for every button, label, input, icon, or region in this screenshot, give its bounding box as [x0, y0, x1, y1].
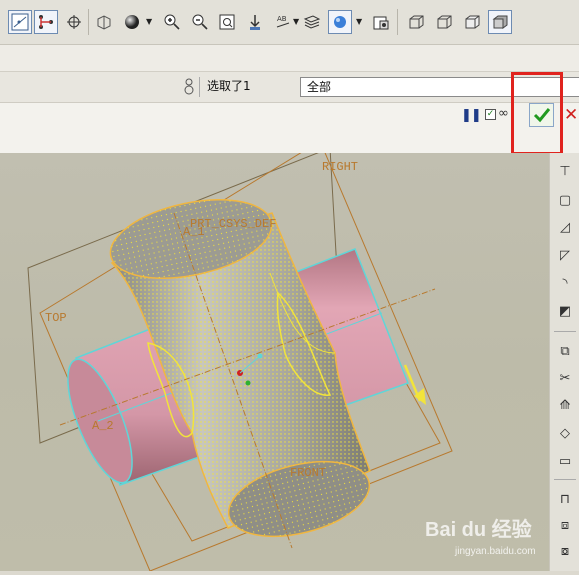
preview-glasses-icon[interactable]: ∞ — [498, 106, 509, 121]
datum-label-a1: A_1 — [183, 225, 205, 239]
chamfer-tool-icon[interactable]: ◩ — [554, 301, 576, 321]
selection-status-icon — [184, 78, 194, 96]
datum-display-icon[interactable] — [8, 10, 32, 34]
toolbar-separator — [397, 9, 398, 35]
datum-label-a2: A_2 — [92, 419, 114, 433]
datum-label-front: FRONT — [290, 466, 326, 480]
model-canvas: RIGHT TOP FRONT PRT_CSYS_DEF A_1 A_2 Bai… — [27, 140, 536, 572]
rib-tool-icon[interactable]: ◿ — [554, 217, 576, 237]
layers-icon[interactable] — [300, 10, 324, 34]
reorient-icon[interactable] — [243, 10, 267, 34]
accept-button[interactable] — [529, 103, 554, 127]
secondary-toolbar-area — [0, 45, 579, 72]
selection-separator — [199, 77, 200, 97]
datum-label-top: TOP — [45, 311, 67, 325]
shaded-icon[interactable] — [488, 10, 512, 34]
view-manager-icon[interactable]: AB — [271, 10, 295, 34]
selection-filter-value: 全部 — [307, 80, 332, 94]
refit-icon[interactable] — [215, 10, 239, 34]
svg-text:AB: AB — [277, 15, 287, 23]
merge-tool-icon[interactable]: ◇ — [554, 423, 576, 443]
selection-count-label: 选取了1 — [207, 79, 251, 93]
right-feature-toolbar: ⊤ ▢ ◿ ◸ ◝ ◩ ⧉ ✂ ⟰ ◇ ▭ ⊓ ⧈ ⧇ — [549, 153, 579, 571]
watermark: Bai du 经验 jingyan.baidu.com — [425, 517, 536, 557]
trim-tool-icon[interactable]: ✂ — [554, 368, 576, 388]
solidify-tool-icon[interactable]: ⊓ — [554, 489, 576, 509]
chevron-down-icon[interactable]: ▼ — [293, 17, 299, 26]
watermark-url: jingyan.baidu.com — [454, 546, 536, 557]
datum-label-right: RIGHT — [322, 160, 358, 174]
zoom-in-icon[interactable] — [160, 10, 184, 34]
shading-icon[interactable] — [120, 10, 144, 34]
hole-tool-icon[interactable]: ⊤ — [554, 161, 576, 181]
hidden-line-icon[interactable] — [404, 10, 428, 34]
graphics-viewport[interactable]: RIGHT TOP FRONT PRT_CSYS_DEF A_1 A_2 Bai… — [0, 140, 549, 572]
cancel-icon[interactable]: ✕ — [564, 105, 578, 125]
feature-dashboard: ❚❚ ✓ ∞ ✕ — [0, 72, 579, 155]
watermark-brand: Bai du 经验 — [425, 517, 532, 541]
toolbar-separator — [554, 479, 576, 480]
datum-axis-icon[interactable] — [34, 10, 58, 34]
toolbar-separator — [88, 9, 89, 35]
copy-tool-icon[interactable]: ⧇ — [554, 541, 576, 561]
wireframe-icon[interactable] — [92, 10, 116, 34]
preview-checkbox[interactable]: ✓ — [485, 109, 496, 120]
pause-icon[interactable]: ❚❚ — [461, 108, 482, 123]
shaded-edges-icon[interactable] — [460, 10, 484, 34]
selection-bar: 选取了1 全部 — [0, 72, 579, 103]
toolbar-separator — [554, 331, 576, 332]
offset-tool-icon[interactable]: ⧉ — [554, 341, 576, 361]
extend-tool-icon[interactable]: ⟰ — [554, 395, 576, 415]
chevron-down-icon[interactable]: ▼ — [146, 17, 152, 26]
main-toolbar: ▼ AB ▼ ▼ — [0, 0, 579, 45]
chevron-down-icon[interactable]: ▼ — [356, 17, 362, 26]
draft-tool-icon[interactable]: ◸ — [554, 245, 576, 265]
screenshot-icon[interactable] — [369, 10, 393, 34]
appearance-icon[interactable] — [328, 10, 352, 34]
shell-tool-icon[interactable]: ▢ — [554, 190, 576, 210]
spin-center-icon[interactable] — [62, 10, 86, 34]
check-icon — [533, 108, 550, 123]
thicken-tool-icon[interactable]: ▭ — [554, 451, 576, 471]
zoom-out-icon[interactable] — [188, 10, 212, 34]
round-tool-icon[interactable]: ◝ — [554, 273, 576, 293]
pattern-tool-icon[interactable]: ⧈ — [554, 515, 576, 535]
no-hidden-icon[interactable] — [432, 10, 456, 34]
